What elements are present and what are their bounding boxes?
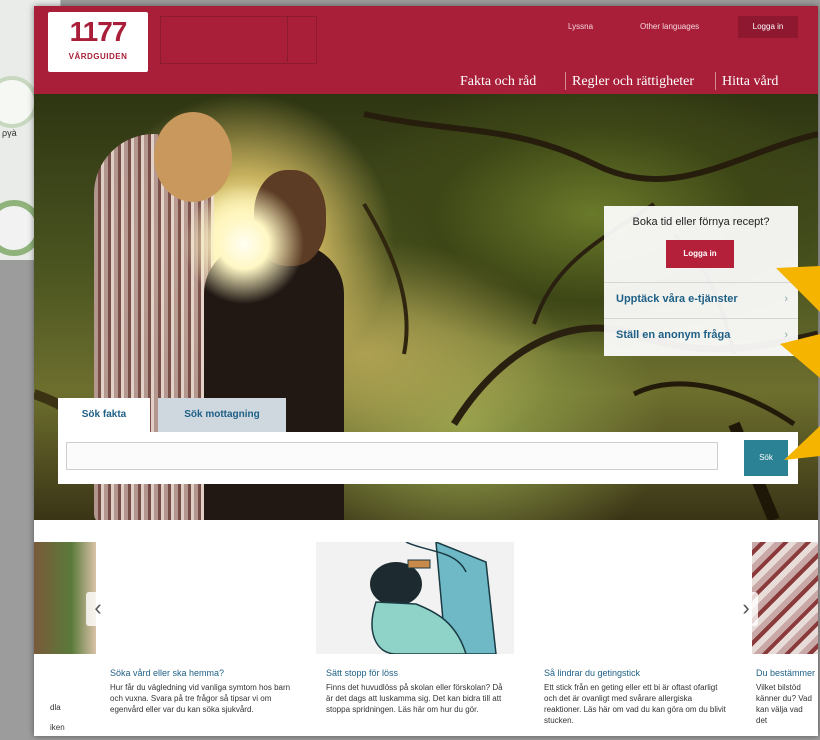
anonymous-question-link-row[interactable]: Ställ en anonym fråga › [604, 318, 798, 353]
card-image [752, 542, 818, 654]
card-title: Söka vård eller ska hemma? [110, 668, 225, 678]
carousel-card[interactable]: Så lindrar du getingstick Ett stick från… [540, 542, 736, 736]
card-title: Så lindrar du getingstick [544, 668, 641, 678]
carousel-card[interactable]: Sätt stopp för löss Finns det huvudlöss … [316, 542, 514, 736]
search-input[interactable] [66, 442, 718, 470]
card-text: Ett stick från en geting eller ett bi är… [544, 683, 726, 725]
arrow-icon [776, 266, 820, 312]
nav-separator [715, 72, 716, 90]
background-text: ργà [2, 128, 17, 138]
other-languages-link[interactable]: Other languages [640, 22, 699, 31]
annotation-arrows [776, 266, 820, 460]
anonymous-question-link[interactable]: Ställ en anonym fråga [616, 329, 730, 341]
nav-rules-rights[interactable]: Regler och rättigheter [572, 74, 694, 90]
eservices-panel: Boka tid eller förnya recept? Logga in U… [604, 206, 798, 356]
card-title: Du bestämmer [756, 668, 816, 678]
news-carousel: dla iken ‹ Söka vård eller ska hemma? Hu… [34, 520, 818, 736]
panel-login-button[interactable]: Logga in [666, 240, 734, 268]
site-header: 1177 VÅRDGUIDEN Lyssna Other languages L… [34, 6, 818, 94]
card-text: Hur får du vägledning vid vanliga symtom… [110, 683, 291, 714]
panel-question: Boka tid eller förnya recept? [632, 216, 770, 228]
tab-search-facts[interactable]: Sök fakta [58, 398, 150, 432]
arrow-icon [784, 426, 820, 460]
discover-eservices-link[interactable]: Upptäck våra e-tjänster [616, 293, 738, 305]
sun-flare [184, 184, 304, 304]
card-text-fragment: dla [50, 703, 61, 712]
arrow-icon [780, 334, 820, 378]
nav-facts-advice[interactable]: Fakta och råd [460, 74, 536, 90]
site-logo[interactable]: 1177 VÅRDGUIDEN [48, 12, 148, 72]
card-text: Finns det huvudlöss på skolan eller förs… [326, 683, 503, 714]
chevron-right-icon[interactable]: › [734, 592, 758, 626]
header-empty-box [160, 16, 317, 64]
logo-number: 1177 [69, 16, 128, 47]
header-login-button[interactable]: Logga in [738, 16, 798, 38]
discover-eservices-link-row[interactable]: Upptäck våra e-tjänster › [604, 282, 798, 317]
card-title: Sätt stopp för löss [326, 668, 399, 678]
listen-link[interactable]: Lyssna [568, 22, 593, 31]
nav-find-care[interactable]: Hitta vård [722, 74, 778, 90]
header-divider [287, 16, 288, 62]
card-image-illustration [316, 542, 514, 655]
carousel-card[interactable]: dla iken [34, 542, 96, 736]
card-text-fragment: iken [50, 723, 65, 732]
lice-combing-illustration [370, 542, 497, 655]
hero-image: Boka tid eller förnya recept? Logga in U… [34, 94, 818, 520]
logo-name: VÅRDGUIDEN [68, 52, 128, 61]
browser-page: 1177 VÅRDGUIDEN Lyssna Other languages L… [34, 6, 818, 736]
search-bar: Sök [58, 432, 798, 484]
tab-search-clinic[interactable]: Sök mottagning [158, 398, 286, 432]
nav-separator [565, 72, 566, 90]
card-text: Vilket bilstöd känner du? Vad kan välja … [756, 683, 812, 725]
carousel-card[interactable]: Söka vård eller ska hemma? Hur får du vä… [104, 542, 304, 736]
carousel-card[interactable]: Du bestämmer Vilket bilstöd känner du? V… [752, 542, 818, 736]
